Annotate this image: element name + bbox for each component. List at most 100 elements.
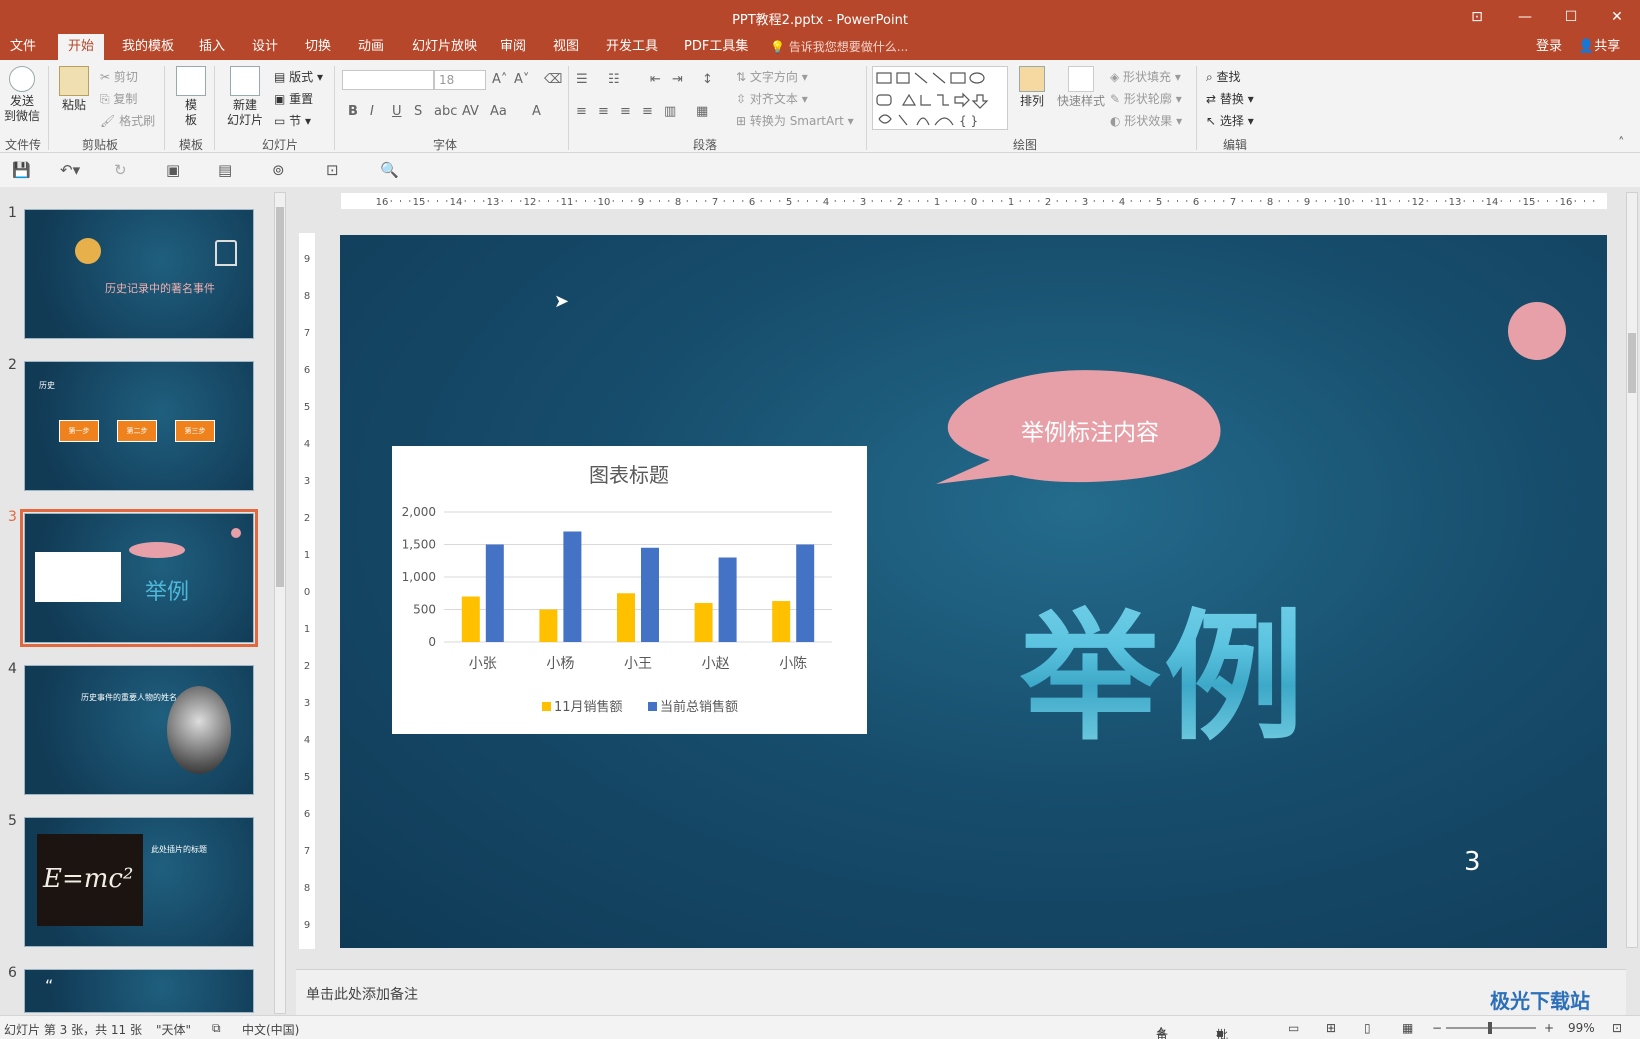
bullets-icon[interactable]: ☰ [576, 72, 588, 87]
strikethrough-icon[interactable]: abc [434, 104, 457, 119]
editor-scrollbar-thumb[interactable] [1628, 333, 1636, 393]
login-link[interactable]: 登录 [1536, 34, 1562, 60]
text-direction-button[interactable]: ⇅ 文字方向 ▾ [736, 68, 808, 85]
slide-thumbnail-4[interactable]: 历史事件的重要人物的姓名 [24, 665, 254, 795]
shapes-gallery[interactable]: { } [872, 66, 1008, 130]
zoom-level[interactable]: 99% [1568, 1021, 1595, 1035]
minimize-button[interactable]: — [1510, 6, 1540, 28]
zoom-in-button[interactable]: + [1544, 1021, 1554, 1035]
distribute-icon[interactable]: ▥ [664, 104, 676, 119]
template-button[interactable]: 模 板 [174, 66, 208, 128]
tab-my-templates[interactable]: 我的模板 [112, 34, 184, 60]
align-text-button[interactable]: ⇳ 对齐文本 ▾ [736, 90, 808, 107]
slide-sorter-icon[interactable]: ⊞ [1326, 1021, 1336, 1035]
select-button[interactable]: ↖ 选择 ▾ [1206, 112, 1254, 129]
share-button[interactable]: 👤共享 [1578, 34, 1620, 60]
collapse-ribbon-icon[interactable]: ˄ [1618, 136, 1625, 151]
align-right-icon[interactable]: ≡ [620, 104, 631, 119]
tab-view[interactable]: 视图 [543, 34, 589, 60]
current-slide[interactable]: 图表标题 0 500 1,000 1,500 2,000 小张 小杨 小王 小赵 小陈 11月销… [340, 235, 1607, 948]
columns-icon[interactable]: ▦ [696, 104, 708, 119]
spell-check-icon[interactable]: ⧉ [212, 1021, 221, 1036]
slideshow-start-icon[interactable]: ⊚ [272, 161, 285, 179]
shrink-font-icon[interactable]: A˅ [514, 72, 529, 87]
shape-fill-button[interactable]: ◈ 形状填充 ▾ [1110, 68, 1181, 85]
font-name-input[interactable] [342, 70, 434, 90]
close-button[interactable]: ✕ [1602, 6, 1632, 28]
shape-outline-button[interactable]: ✎ 形状轮廓 ▾ [1110, 90, 1182, 107]
ribbon-display-icon[interactable]: ⊡ [1462, 6, 1492, 28]
slide-thumbnail-1[interactable]: 历史记录中的著名事件 [24, 209, 254, 339]
fit-slide-icon[interactable]: ⊡ [1612, 1021, 1622, 1035]
align-left-icon[interactable]: ≡ [576, 104, 587, 119]
decorative-circle[interactable] [1508, 302, 1566, 360]
format-painter-button[interactable]: 🖌 格式刷 [100, 112, 155, 129]
shadow-icon[interactable]: S [414, 104, 422, 119]
replace-button[interactable]: ⇄ 替换 ▾ [1206, 90, 1254, 107]
section-button[interactable]: ▭ 节 ▾ [274, 112, 311, 129]
layout-button[interactable]: ▤ 版式 ▾ [274, 68, 323, 85]
language[interactable]: 中文(中国) [242, 1021, 299, 1038]
font-size-input[interactable]: 18 [434, 70, 486, 90]
scrollbar-thumb[interactable] [276, 207, 284, 587]
reading-view-icon[interactable]: ▯ [1364, 1021, 1371, 1035]
char-spacing-icon[interactable]: AV [462, 104, 479, 119]
picture-fill-title[interactable]: 举例 [1020, 565, 1308, 767]
paste-button[interactable]: 粘贴 [56, 66, 92, 113]
tab-transitions[interactable]: 切换 [295, 34, 341, 60]
numbering-icon[interactable]: ☷ [608, 72, 620, 87]
arrange-button[interactable]: 排列 [1012, 66, 1052, 109]
clear-format-icon[interactable]: ⌫ [544, 72, 562, 87]
undo-icon[interactable]: ↶▾ [60, 161, 80, 179]
send-to-wechat-button[interactable]: 发送 到微信 [4, 66, 40, 124]
bold-icon[interactable]: B [348, 104, 358, 119]
decrease-indent-icon[interactable]: ⇤ [650, 72, 661, 87]
justify-icon[interactable]: ≡ [642, 104, 653, 119]
zoom-slider[interactable] [1446, 1022, 1536, 1034]
find-button[interactable]: ⌕ 查找 [1206, 68, 1241, 85]
tab-pdf-tools[interactable]: PDF工具集 [674, 34, 758, 60]
quick-styles-button[interactable]: 快速样式 [1056, 66, 1106, 109]
print-preview-icon[interactable]: 🔍 [380, 161, 399, 179]
change-case-icon[interactable]: Aa [490, 104, 507, 119]
slide-thumbnail-2[interactable]: 历史 第一步 第二步 第三步 [24, 361, 254, 491]
tab-developer[interactable]: 开发工具 [596, 34, 668, 60]
tab-slideshow[interactable]: 幻灯片放映 [402, 34, 487, 60]
align-center-icon[interactable]: ≡ [598, 104, 609, 119]
cut-button[interactable]: ✂ 剪切 [100, 68, 138, 85]
reset-button[interactable]: ▣ 重置 [274, 90, 313, 107]
convert-smartart-button[interactable]: ⊞ 转换为 SmartArt ▾ [736, 112, 854, 129]
tell-me-search[interactable]: 💡 告诉我您想要做什么... [770, 34, 908, 60]
tab-review[interactable]: 审阅 [490, 34, 536, 60]
normal-view-icon[interactable]: ▭ [1288, 1021, 1299, 1035]
grow-font-icon[interactable]: A˄ [492, 72, 507, 87]
editor-scrollbar[interactable] [1626, 192, 1638, 948]
slide-thumbnail-5[interactable]: E=mc² 此处插片的标题 [24, 817, 254, 947]
textbox-icon[interactable]: ▤ [218, 161, 232, 179]
font-color-icon[interactable]: A [532, 104, 541, 119]
italic-icon[interactable]: I [370, 104, 374, 119]
save-icon[interactable]: 💾 [12, 161, 31, 179]
slide-thumbnail-6[interactable]: “ [24, 969, 254, 1013]
shape-effects-button[interactable]: ◐ 形状效果 ▾ [1110, 112, 1182, 129]
new-slide-qat-icon[interactable]: ▣ [166, 161, 180, 179]
present-icon[interactable]: ⊡ [326, 161, 339, 179]
tab-animations[interactable]: 动画 [348, 34, 394, 60]
line-spacing-icon[interactable]: ↕ [702, 72, 713, 87]
tab-insert[interactable]: 插入 [189, 34, 235, 60]
slide-thumbnail-3[interactable]: 举例 [20, 509, 258, 647]
zoom-slider-thumb[interactable] [1488, 1022, 1492, 1034]
thumbnails-scrollbar[interactable] [274, 192, 286, 1014]
redo-icon[interactable]: ↻ [114, 161, 127, 179]
maximize-button[interactable]: ☐ [1556, 6, 1586, 28]
notes-pane[interactable]: 单击此处添加备注 [296, 969, 1626, 1015]
chart-object[interactable]: 图表标题 0 500 1,000 1,500 2,000 小张 小杨 小王 小赵 小陈 11月销… [392, 446, 867, 734]
increase-indent-icon[interactable]: ⇥ [672, 72, 683, 87]
new-slide-button[interactable]: 新建 幻灯片 [222, 66, 268, 128]
tab-file[interactable]: 文件 [0, 34, 46, 60]
tab-home[interactable]: 开始 [58, 34, 105, 60]
copy-button[interactable]: ⎘ 复制 [100, 90, 137, 107]
zoom-out-button[interactable]: − [1432, 1021, 1442, 1035]
tab-design[interactable]: 设计 [242, 34, 288, 60]
underline-icon[interactable]: U [392, 104, 402, 119]
